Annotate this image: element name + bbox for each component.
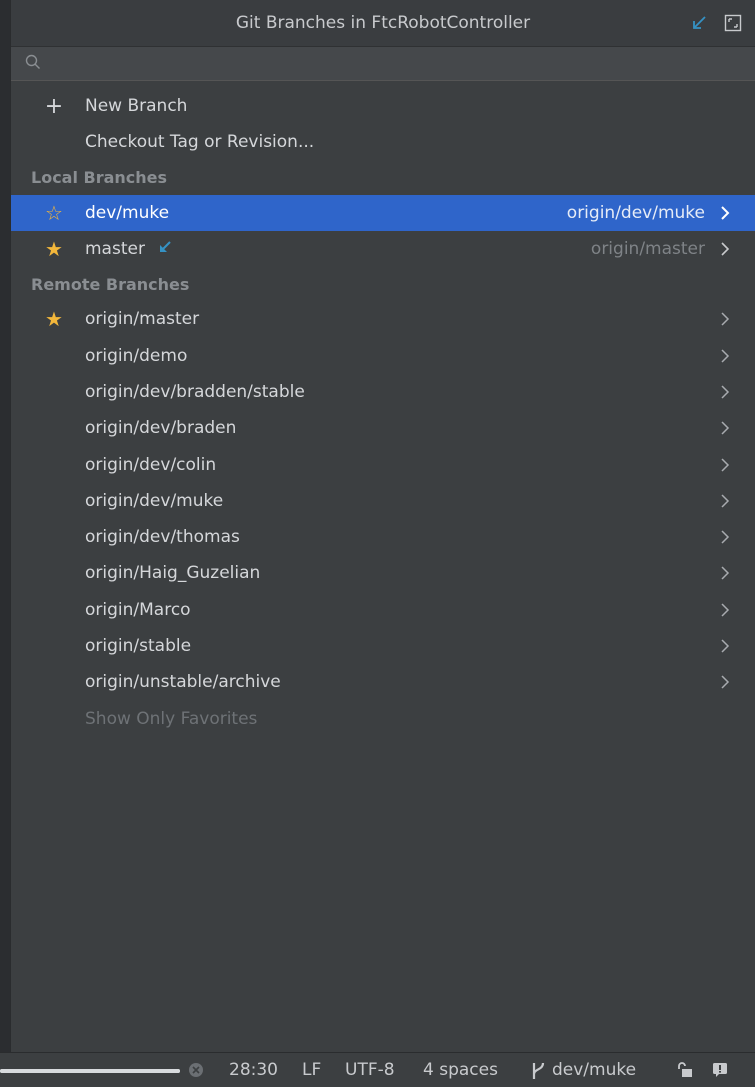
branch-name: origin/master bbox=[85, 309, 200, 330]
cancel-progress-icon[interactable] bbox=[188, 1062, 204, 1083]
chevron-right-icon[interactable] bbox=[717, 491, 733, 511]
remote-branch[interactable]: origin/Marco bbox=[11, 592, 755, 628]
search-input[interactable] bbox=[49, 54, 729, 73]
checkout-tag-action[interactable]: Checkout Tag or Revision... bbox=[11, 124, 755, 160]
branch-name: origin/dev/thomas bbox=[85, 527, 240, 548]
branch-name-text: master bbox=[85, 239, 145, 260]
branch-name: origin/dev/muke bbox=[85, 490, 224, 511]
star-icon[interactable]: ★ bbox=[43, 307, 65, 331]
chevron-right-icon[interactable] bbox=[717, 239, 733, 259]
event-log-icon[interactable] bbox=[712, 1062, 728, 1083]
chevron-right-icon[interactable] bbox=[717, 600, 733, 620]
popup-title: Git Branches in FtcRobotController bbox=[235, 13, 531, 33]
background-progress-bar bbox=[0, 1069, 180, 1073]
branch-name: dev/muke bbox=[85, 202, 170, 223]
search-bar bbox=[11, 46, 755, 81]
chevron-right-icon[interactable] bbox=[717, 636, 733, 656]
new-branch-action[interactable]: + New Branch bbox=[11, 88, 755, 124]
remote-branch[interactable]: origin/dev/braden bbox=[11, 410, 755, 446]
branch-name: origin/dev/colin bbox=[85, 454, 217, 475]
tracking-branch: origin/master bbox=[590, 239, 705, 260]
branch-name: origin/stable bbox=[85, 636, 192, 656]
star-outline-icon[interactable]: ☆ bbox=[43, 201, 65, 225]
git-branch-icon bbox=[530, 1061, 546, 1086]
remote-branch[interactable]: origin/Haig_Guzelian bbox=[11, 555, 755, 591]
search-icon bbox=[25, 54, 41, 74]
remote-branch[interactable]: ★ origin/master bbox=[11, 301, 755, 337]
remote-branch[interactable]: origin/dev/bradden/stable bbox=[11, 374, 755, 410]
remote-branch[interactable]: origin/unstable/archive bbox=[11, 664, 755, 700]
chevron-right-icon[interactable] bbox=[717, 672, 733, 692]
action-label: New Branch bbox=[85, 96, 188, 117]
chevron-right-icon[interactable] bbox=[717, 563, 733, 583]
plus-icon: + bbox=[44, 93, 64, 119]
branch-name: origin/Marco bbox=[85, 599, 191, 620]
line-ending[interactable]: LF bbox=[302, 1060, 321, 1080]
branch-name: origin/dev/bradden/stable bbox=[85, 381, 305, 402]
remote-branch[interactable]: origin/dev/muke bbox=[11, 483, 755, 519]
branch-name: master bbox=[85, 239, 172, 259]
branch-name: origin/unstable/archive bbox=[85, 672, 281, 693]
chevron-right-icon[interactable] bbox=[717, 382, 733, 402]
remote-branch[interactable]: origin/stable bbox=[11, 628, 755, 664]
git-branches-popup: Git Branches in FtcRobotController + New… bbox=[10, 0, 755, 1052]
chevron-right-icon[interactable] bbox=[717, 527, 733, 547]
remote-branch[interactable]: origin/dev/thomas bbox=[11, 519, 755, 555]
fetch-icon[interactable] bbox=[689, 13, 709, 33]
show-only-favorites-toggle[interactable]: Show Only Favorites bbox=[11, 700, 755, 736]
file-encoding[interactable]: UTF-8 bbox=[345, 1060, 395, 1080]
local-branches-header: Local Branches bbox=[31, 168, 168, 188]
chevron-right-icon[interactable] bbox=[717, 346, 733, 366]
chevron-right-icon[interactable] bbox=[717, 455, 733, 475]
popup-titlebar: Git Branches in FtcRobotController bbox=[11, 0, 755, 46]
branch-name: origin/demo bbox=[85, 345, 188, 366]
branch-list: + New Branch Checkout Tag or Revision...… bbox=[11, 81, 755, 737]
remote-branches-header: Remote Branches bbox=[31, 274, 190, 294]
chevron-right-icon[interactable] bbox=[717, 418, 733, 438]
toggle-label: Show Only Favorites bbox=[85, 708, 258, 729]
chevron-right-icon[interactable] bbox=[717, 309, 733, 329]
branch-name: origin/Haig_Guzelian bbox=[85, 563, 261, 584]
action-label: Checkout Tag or Revision... bbox=[85, 132, 315, 153]
incoming-commits-icon bbox=[158, 239, 172, 259]
branch-name: origin/dev/braden bbox=[85, 418, 237, 439]
lock-icon[interactable] bbox=[676, 1062, 694, 1083]
local-branch-master[interactable]: ★ master origin/master bbox=[11, 231, 755, 267]
tracking-branch: origin/dev/muke bbox=[566, 202, 705, 223]
chevron-right-icon[interactable] bbox=[717, 203, 733, 223]
remote-branch[interactable]: origin/dev/colin bbox=[11, 446, 755, 482]
remote-branch[interactable]: origin/demo bbox=[11, 337, 755, 373]
indent-setting[interactable]: 4 spaces bbox=[423, 1060, 498, 1080]
local-branch-dev-muke[interactable]: ☆ dev/muke origin/dev/muke bbox=[11, 194, 755, 231]
star-icon[interactable]: ★ bbox=[43, 237, 65, 261]
caret-position[interactable]: 28:30 bbox=[229, 1060, 278, 1080]
status-bar: 28:30 LF UTF-8 4 spaces dev/muke bbox=[0, 1052, 755, 1087]
current-branch[interactable]: dev/muke bbox=[552, 1060, 636, 1080]
expand-icon[interactable] bbox=[723, 13, 743, 33]
